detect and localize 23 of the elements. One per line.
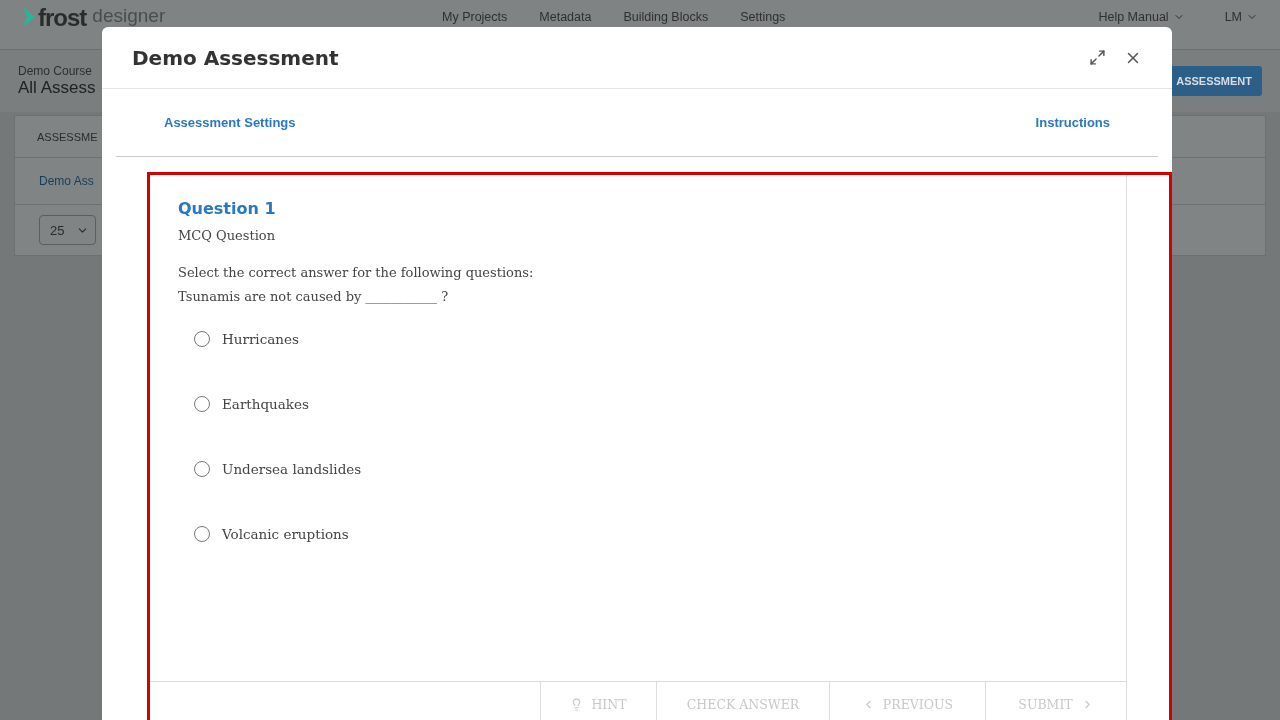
logo-icon <box>22 6 36 28</box>
logo-brand: frost <box>38 6 87 30</box>
page-size-select[interactable]: 25 <box>39 215 96 245</box>
page-title: All Assess <box>18 78 96 98</box>
question-text: Select the correct answer for the following questions: <box>178 264 535 282</box>
question-type: MCQ Question <box>178 228 277 243</box>
user-menu[interactable]: LM <box>1224 6 1258 24</box>
option-label[interactable]: Hurricanes <box>222 331 299 347</box>
question-title: Question 1 <box>178 199 277 218</box>
help-menu[interactable]: Help Manual <box>1098 6 1185 24</box>
expand-icon[interactable] <box>1089 49 1106 66</box>
question-text: Tsunamis are not caused by ___________ ? <box>178 288 450 306</box>
modal-title: Demo Assessment <box>132 45 340 70</box>
tab[interactable]: Assessment Settings <box>164 115 296 130</box>
nav-link[interactable]: Metadata <box>539 10 592 24</box>
nav-link[interactable]: Building Blocks <box>623 10 709 24</box>
tab[interactable]: Instructions <box>1035 115 1110 130</box>
option-label[interactable]: Volcanic eruptions <box>222 526 349 542</box>
nav-link[interactable]: Settings <box>740 10 786 24</box>
nav-link[interactable]: My Projects <box>442 10 508 24</box>
option-label[interactable]: Undersea landslides <box>222 461 362 477</box>
option-label[interactable]: Earthquakes <box>222 396 309 412</box>
breadcrumb: Demo Course <box>18 64 94 78</box>
